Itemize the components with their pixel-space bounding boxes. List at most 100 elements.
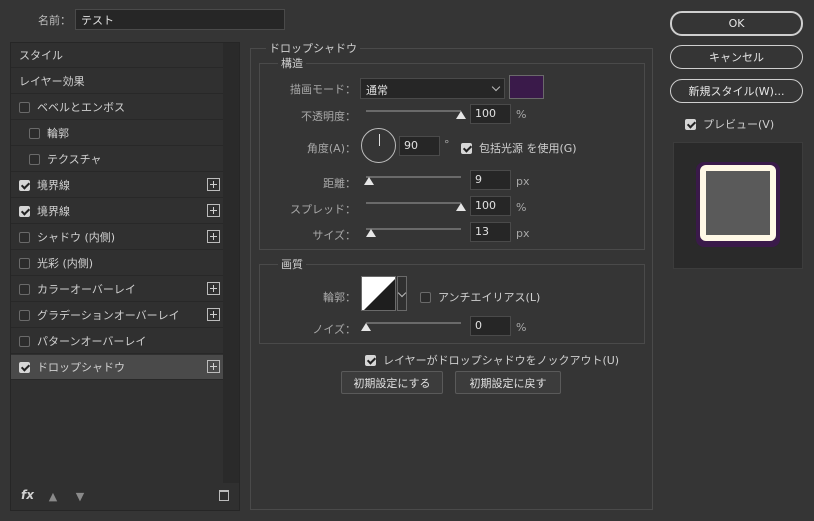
trash-icon[interactable] — [219, 490, 229, 501]
preview-checkbox[interactable] — [685, 118, 696, 130]
spread-slider[interactable] — [366, 202, 461, 204]
preview-toggle[interactable]: プレビュー(V) — [685, 116, 774, 132]
style-item-checkbox[interactable] — [19, 335, 30, 347]
knockout-toggle[interactable]: レイヤーがドロップシャドウをノックアウト(U) — [365, 352, 619, 368]
shadow-color-swatch[interactable] — [509, 75, 544, 99]
plus-icon[interactable] — [207, 230, 220, 243]
cancel-button[interactable]: キャンセル — [670, 45, 803, 69]
style-item-checkbox[interactable] — [19, 179, 30, 191]
styles-list-footer: fx ▲ ▼ — [11, 484, 239, 510]
style-item[interactable]: 境界線 — [11, 173, 224, 198]
angle-unit: ° — [444, 138, 450, 151]
angle-input[interactable]: 90 — [399, 136, 440, 156]
style-item-label: カラーオーバーレイ — [37, 283, 136, 296]
preview-label: プレビュー(V) — [703, 118, 775, 131]
noise-input[interactable]: 0 — [470, 316, 511, 336]
contour-dropdown[interactable] — [397, 276, 407, 311]
noise-slider-thumb[interactable] — [361, 323, 371, 331]
style-item-checkbox[interactable] — [19, 361, 30, 373]
style-item-checkbox[interactable] — [29, 153, 40, 165]
spread-input[interactable]: 100 — [470, 196, 511, 216]
style-item[interactable]: テクスチャ — [11, 147, 224, 172]
style-item-label: ベベルとエンボス — [37, 101, 125, 114]
preview-thumbnail — [700, 165, 776, 241]
global-light-toggle[interactable]: 包括光源 を使用(G) — [461, 140, 577, 156]
angle-dial-needle — [379, 134, 380, 146]
make-default-button[interactable]: 初期設定にする — [341, 371, 443, 394]
fx-button[interactable]: fx — [21, 488, 34, 502]
style-item-label: スタイル — [19, 49, 63, 62]
size-slider[interactable] — [366, 228, 461, 230]
arrow-down-icon[interactable]: ▼ — [74, 490, 86, 503]
spread-slider-thumb[interactable] — [456, 203, 466, 211]
knockout-checkbox[interactable] — [365, 354, 376, 366]
style-item-checkbox[interactable] — [19, 101, 30, 113]
plus-icon[interactable] — [207, 204, 220, 217]
style-item[interactable]: パターンオーバーレイ — [11, 329, 224, 354]
antialias-checkbox[interactable] — [420, 291, 431, 303]
style-item[interactable]: 輪郭 — [11, 121, 224, 146]
plus-icon[interactable] — [207, 308, 220, 321]
chevron-down-icon — [397, 288, 407, 298]
ok-button[interactable]: OK — [670, 11, 803, 36]
global-light-checkbox[interactable] — [461, 142, 472, 154]
style-item-label: 光彩 (内側) — [37, 257, 94, 270]
style-item[interactable]: シャドウ (内側) — [11, 225, 224, 250]
new-style-button[interactable]: 新規スタイル(W)... — [670, 79, 803, 103]
distance-input[interactable]: 9 — [470, 170, 511, 190]
plus-icon[interactable] — [207, 178, 220, 191]
style-item[interactable]: スタイル — [11, 43, 224, 68]
style-item-label: 境界線 — [37, 205, 70, 218]
angle-label: 角度(A)： — [306, 142, 356, 155]
styles-scrollbar[interactable] — [223, 43, 239, 483]
style-item-checkbox[interactable] — [19, 257, 30, 269]
name-input[interactable]: テスト — [75, 9, 285, 30]
style-item-label: 境界線 — [37, 179, 70, 192]
quality-title: 画質 — [278, 256, 306, 272]
style-item[interactable]: 境界線 — [11, 199, 224, 224]
name-label: 名前： — [38, 14, 71, 27]
style-item[interactable]: レイヤー効果 — [11, 69, 224, 94]
style-item-label: ドロップシャドウ — [37, 361, 125, 374]
style-item-checkbox[interactable] — [19, 283, 30, 295]
contour-preview[interactable] — [361, 276, 396, 311]
style-item[interactable]: ベベルとエンボス — [11, 95, 224, 120]
style-item-label: シャドウ (内側) — [37, 231, 116, 244]
style-item-checkbox[interactable] — [19, 205, 30, 217]
plus-icon[interactable] — [207, 360, 220, 373]
style-item-checkbox[interactable] — [19, 309, 30, 321]
angle-dial[interactable] — [361, 128, 396, 163]
style-item-label: 輪郭 — [47, 127, 69, 140]
preview-panel — [673, 142, 803, 269]
noise-slider[interactable] — [366, 322, 461, 324]
style-item-checkbox[interactable] — [29, 127, 40, 139]
arrow-up-icon[interactable]: ▲ — [47, 490, 59, 503]
structure-title: 構造 — [278, 55, 306, 71]
opacity-input[interactable]: 100 — [470, 104, 511, 124]
style-item[interactable]: ドロップシャドウ — [11, 355, 224, 380]
size-slider-thumb[interactable] — [365, 229, 376, 237]
preview-shadow — [696, 162, 780, 247]
size-unit: px — [516, 227, 530, 240]
blend-mode-select[interactable]: 通常 — [360, 78, 505, 99]
reset-default-button[interactable]: 初期設定に戻す — [455, 371, 561, 394]
contour-label: 輪郭： — [323, 291, 356, 304]
distance-slider[interactable] — [366, 176, 461, 178]
antialias-toggle[interactable]: アンチエイリアス(L) — [420, 289, 540, 305]
noise-label: ノイズ： — [312, 323, 356, 336]
size-input[interactable]: 13 — [470, 222, 511, 242]
size-label: サイズ： — [312, 229, 356, 242]
style-item[interactable]: カラーオーバーレイ — [11, 277, 224, 302]
style-item-checkbox[interactable] — [19, 231, 30, 243]
style-item[interactable]: グラデーションオーバーレイ — [11, 303, 224, 328]
spread-unit: % — [516, 201, 527, 214]
distance-label: 距離： — [323, 177, 356, 190]
blend-mode-label: 描画モード： — [290, 83, 356, 96]
distance-slider-thumb[interactable] — [363, 177, 374, 185]
opacity-slider-thumb[interactable] — [456, 111, 466, 119]
contour-linear-icon — [364, 279, 395, 310]
plus-icon[interactable] — [207, 282, 220, 295]
style-item-label: レイヤー効果 — [19, 75, 85, 88]
opacity-slider[interactable] — [366, 110, 461, 112]
style-item[interactable]: 光彩 (内側) — [11, 251, 224, 276]
